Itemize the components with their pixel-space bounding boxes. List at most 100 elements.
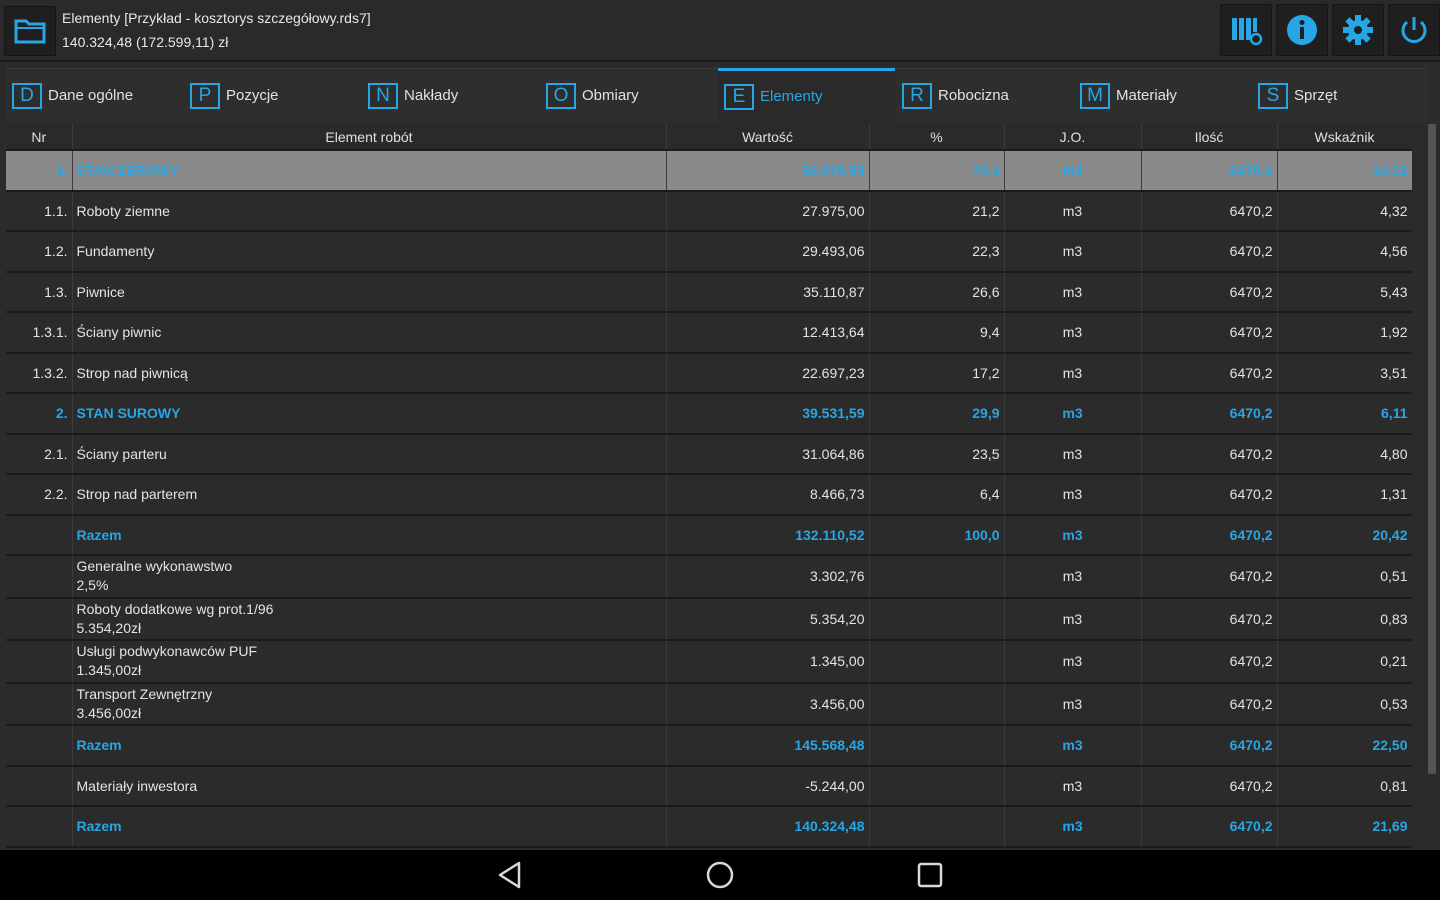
cell-percent [869,725,1005,767]
cell-element-name: Transport Zewnętrzny [76,685,213,702]
cell-quantity: 6470,2 [1141,806,1278,848]
table-row[interactable]: 1.2. Fundamenty 29.493,06 22,3 m3 6470,2… [6,231,1412,273]
cell-value: 27.975,00 [666,190,870,232]
cell-unit: m3 [1004,352,1142,394]
cell-element: Strop nad piwnicą [72,352,667,394]
system-navigation-bar [0,850,1440,900]
cell-indicator: 0,83 [1277,597,1412,641]
open-file-button[interactable] [4,6,56,56]
cell-quantity: 6470,2 [1141,765,1278,807]
cell-nr: 1.2. [6,231,73,273]
cell-indicator: 0,21 [1277,640,1412,684]
tab-sprzet[interactable]: S Sprzęt [1252,68,1427,122]
table-row[interactable]: 2.2. Strop nad parterem 8.466,73 6,4 m3 … [6,474,1412,516]
cell-nr: 2. [6,393,73,435]
table-row[interactable]: 1.1. Roboty ziemne 27.975,00 21,2 m3 647… [6,190,1412,232]
cell-percent: 29,9 [869,393,1005,435]
column-header-nr[interactable]: Nr [6,124,73,151]
cell-quantity: 6470,2 [1141,271,1278,313]
table-row[interactable]: Roboty dodatkowe wg prot.1/96 5.354,20zł … [6,597,1412,641]
cell-indicator: 0,81 [1277,765,1412,807]
table-row[interactable]: Usługi podwykonawców PUF 1.345,00zł 1.345… [6,640,1412,684]
cell-value: -5.244,00 [666,765,870,807]
cell-value: 145.568,48 [666,725,870,767]
cell-value: 1.345,00 [666,640,870,684]
table-row-total[interactable]: Razem 145.568,48 m3 6470,2 22,50 [6,725,1412,767]
cell-quantity: 6470,2 [1141,474,1278,516]
cell-nr [6,555,73,599]
table-header-row: Nr Element robót Wartość % J.O. Ilość Ws… [6,124,1412,151]
document-total-value: 140.324,48 (172.599,11) zł [62,34,229,50]
back-button[interactable] [480,855,540,895]
cell-indicator: 14,31 [1277,150,1412,192]
cell-quantity: 6470,2 [1141,150,1278,192]
cell-element-detail: 2,5% [76,577,109,594]
cell-quantity: 6470,2 [1141,312,1278,354]
cell-element: Roboty dodatkowe wg prot.1/96 5.354,20zł [72,597,667,641]
cell-indicator: 21,69 [1277,806,1412,848]
cell-unit: m3 [1004,150,1142,192]
cell-indicator: 4,80 [1277,433,1412,475]
document-title: Elementy [Przykład - kosztorys szczegóło… [62,10,371,26]
cell-percent: 22,3 [869,231,1005,273]
cell-value: 29.493,06 [666,231,870,273]
tab-robocizna[interactable]: R Robocizna [896,68,1073,122]
tab-pozycje[interactable]: P Pozycje [184,68,361,122]
recent-apps-square-icon [917,862,943,888]
cell-quantity: 6470,2 [1141,555,1278,599]
column-header-unit[interactable]: J.O. [1004,124,1142,151]
cell-unit: m3 [1004,514,1142,556]
cell-nr: 2.2. [6,474,73,516]
home-button[interactable] [690,855,750,895]
table-row[interactable]: 1.3. Piwnice 35.110,87 26,6 m3 6470,2 5,… [6,271,1412,313]
table-row[interactable]: 2.1. Ściany parteru 31.064,86 23,5 m3 64… [6,433,1412,475]
table-row[interactable]: 1.3.1. Ściany piwnic 12.413,64 9,4 m3 64… [6,312,1412,354]
table-row-section[interactable]: 2. STAN SUROWY 39.531,59 29,9 m3 6470,2 … [6,393,1412,435]
settings-button[interactable] [1332,4,1384,56]
columns-settings-button[interactable] [1220,4,1272,56]
tab-elementy[interactable]: E Elementy [718,68,895,122]
cell-nr [6,765,73,807]
cell-percent: 17,2 [869,352,1005,394]
table-scrollbar[interactable] [1428,124,1436,774]
cell-value: 3.456,00 [666,682,870,726]
cell-nr [6,597,73,641]
cell-quantity: 6470,2 [1141,640,1278,684]
table-row[interactable]: Generalne wykonawstwo 2,5% 3.302,76 m3 64… [6,555,1412,599]
power-button[interactable] [1388,4,1440,56]
tab-naklady[interactable]: N Nakłady [362,68,539,122]
cell-nr: 2.1. [6,433,73,475]
cell-quantity: 6470,2 [1141,352,1278,394]
cell-indicator: 1,31 [1277,474,1412,516]
column-header-quantity[interactable]: Ilość [1141,124,1278,151]
table-row-selected[interactable]: 1. STAN ZEROWY 92.578,93 70,1 m3 6470,2 … [6,150,1412,192]
recent-apps-button[interactable] [900,855,960,895]
info-button[interactable] [1276,4,1328,56]
table-row[interactable]: Materiały inwestora -5.244,00 m3 6470,2 … [6,765,1412,807]
columns-settings-icon [1232,18,1263,46]
table-row-total[interactable]: Razem 140.324,48 m3 6470,2 21,69 [6,806,1412,848]
tab-label: Obmiary [582,87,639,104]
tab-key-badge: R [902,82,932,109]
column-header-value[interactable]: Wartość [666,124,870,151]
column-header-indicator[interactable]: Wskaźnik [1277,124,1412,151]
elements-table-container[interactable]: Nr Element robót Wartość % J.O. Ilość Ws… [6,124,1412,848]
tab-obmiary[interactable]: O Obmiary [540,68,717,122]
table-row-total[interactable]: Razem 132.110,52 100,0 m3 6470,2 20,42 [6,514,1412,556]
column-header-element[interactable]: Element robót [72,124,667,151]
cell-nr [6,725,73,767]
table-row[interactable]: 1.3.2. Strop nad piwnicą 22.697,23 17,2 … [6,352,1412,394]
cell-quantity: 6470,2 [1141,682,1278,726]
cell-value: 3.302,76 [666,555,870,599]
cell-value: 132.110,52 [666,514,870,556]
column-header-percent[interactable]: % [869,124,1005,151]
cell-element: Usługi podwykonawców PUF 1.345,00zł [72,640,667,684]
cell-value: 5.354,20 [666,597,870,641]
cell-quantity: 6470,2 [1141,393,1278,435]
tab-dane-ogolne[interactable]: D Dane ogólne [6,68,183,122]
tab-materialy[interactable]: M Materiały [1074,68,1251,122]
table-row[interactable]: Transport Zewnętrzny 3.456,00zł 3.456,00 … [6,682,1412,726]
cell-quantity: 6470,2 [1141,231,1278,273]
tab-key-badge: M [1080,82,1110,109]
cell-percent [869,597,1005,641]
